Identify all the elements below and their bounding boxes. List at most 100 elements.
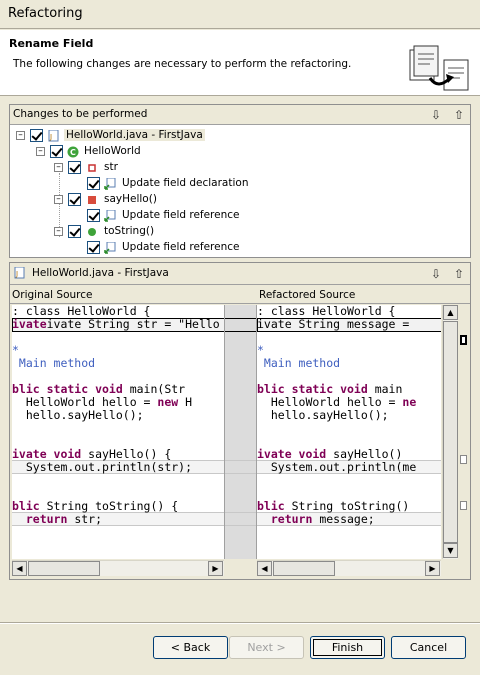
code-text: blic static void [12,382,123,396]
code-line: return message; [257,513,375,526]
code-line: Main method [257,356,341,370]
java-file-icon: J [14,267,25,279]
tree-row-str-change[interactable]: Update field declaration [10,176,470,192]
code-text: str; [67,512,103,526]
private-field-icon [88,164,96,172]
title-bar: Refactoring [0,0,480,29]
code-line: Main method [12,356,96,370]
code-text: HelloWorld hello = [257,395,403,409]
code-line: System.out.println(me [257,460,417,474]
svg-text:C: C [70,148,76,157]
code-line: hello.sayHello(); [257,408,389,422]
scroll-left-icon[interactable]: ◀ [257,561,272,576]
code-text: main [367,382,403,396]
tree-label-sayhello: sayHello() [104,193,157,205]
code-line: System.out.println(str); [12,460,193,474]
tree-label-tostring: toString() [104,225,155,237]
code-text: blic [257,499,285,513]
scroll-down-icon[interactable]: ▼ [443,543,458,558]
code-text: return [257,512,313,526]
scroll-thumb[interactable] [273,561,335,576]
original-source-pane[interactable]: : class HelloWorld { ivateivate String s… [12,305,224,559]
back-button[interactable]: < Back [153,636,228,659]
code-line: ivate String message = [257,317,410,331]
tree-label-root: HelloWorld.java - FirstJava [64,129,205,141]
code-text: new [157,395,179,409]
tostring-checkbox[interactable] [68,225,81,238]
page-description: The following changes are necessary to p… [13,58,352,70]
code-text: ivate void [257,447,327,461]
scroll-left-icon[interactable]: ◀ [12,561,27,576]
overview-ruler[interactable] [458,305,470,559]
class-checkbox[interactable] [50,145,63,158]
previous-difference-icon[interactable]: ⇧ [451,266,467,282]
code-text: message; [312,512,375,526]
scroll-thumb[interactable] [28,561,100,576]
changes-panel-header: Changes to be performed ⇩ ⇧ [10,105,470,125]
refactored-source-pane[interactable]: : class HelloWorld { ivate String messag… [257,305,441,559]
code-text: H [178,395,193,409]
tree-label-str: str [104,161,118,173]
tostring-change-checkbox[interactable] [87,241,100,254]
scroll-up-icon[interactable]: ▲ [443,305,458,320]
diff-gutter [224,305,257,559]
collapse-icon[interactable]: – [36,147,45,156]
window-title: Refactoring [8,6,83,21]
tree-row-str[interactable]: – str [10,160,470,176]
code-line: return str; [12,513,102,526]
finish-button[interactable]: Finish [310,636,385,659]
previous-change-icon[interactable]: ⇧ [451,107,467,123]
code-text: String toString() { [39,499,179,513]
next-change-icon[interactable]: ⇩ [428,107,444,123]
root-checkbox[interactable] [30,129,43,142]
code-text: String toString() [284,499,410,513]
sayhello-change-checkbox[interactable] [87,209,100,222]
tree-row-root[interactable]: – J HelloWorld.java - FirstJava [10,128,470,144]
sayhello-checkbox[interactable] [68,193,81,206]
next-button[interactable]: Next > [229,636,304,659]
scroll-right-icon[interactable]: ▶ [425,561,440,576]
cancel-button[interactable]: Cancel [391,636,466,659]
tree-row-tostring[interactable]: – toString() [10,224,470,240]
compare-file-label: HelloWorld.java - FirstJava [32,267,169,279]
changes-panel-label: Changes to be performed [13,108,148,120]
class-icon: C [67,146,79,158]
original-horizontal-scrollbar[interactable]: ◀ ▶ [12,560,224,576]
code-text: sayHello() { [81,447,172,461]
str-change-checkbox[interactable] [87,177,100,190]
text-change-icon [104,178,116,190]
code-text: ivate String str = "Hello [46,317,220,331]
public-method-icon [88,228,96,236]
compare-panel-header: J HelloWorld.java - FirstJava ⇩ ⇧ [10,263,470,285]
scroll-thumb[interactable] [443,321,458,543]
collapse-icon[interactable]: – [54,195,63,204]
code-text: main(Str [122,382,186,396]
scroll-right-icon[interactable]: ▶ [208,561,223,576]
code-text: blic [12,499,40,513]
next-difference-icon[interactable]: ⇩ [428,266,444,282]
str-checkbox[interactable] [68,161,81,174]
collapse-icon[interactable]: – [54,163,63,172]
svg-text:J: J [15,270,18,278]
collapse-icon[interactable]: – [16,131,25,140]
compare-panel: J HelloWorld.java - FirstJava ⇩ ⇧ Origin… [9,262,471,580]
code-text: sayHello() [326,447,403,461]
collapse-icon[interactable]: – [54,227,63,236]
refactored-horizontal-scrollbar[interactable]: ◀ ▶ [257,560,441,576]
code-line: hello.sayHello(); [12,408,144,422]
private-method-icon [88,196,96,204]
java-file-icon: J [48,130,59,142]
refactored-source-label: Refactored Source [259,289,356,301]
tree-label-class: HelloWorld [84,145,141,157]
svg-text:J: J [49,133,52,141]
tree-row-sayhello-change[interactable]: Update field reference [10,208,470,224]
code-text: HelloWorld hello = [12,395,158,409]
tree-label-str-change: Update field declaration [122,177,249,189]
tree-row-tostring-change[interactable]: Update field reference [10,240,470,256]
original-source-label: Original Source [12,289,93,301]
tree-row-sayhello[interactable]: – sayHello() [10,192,470,208]
code-text: ivate void [12,447,82,461]
tree-row-class[interactable]: – C HelloWorld [10,144,470,160]
refactored-vertical-scrollbar[interactable]: ▲ ▼ [442,305,458,559]
code-text: return [12,512,68,526]
